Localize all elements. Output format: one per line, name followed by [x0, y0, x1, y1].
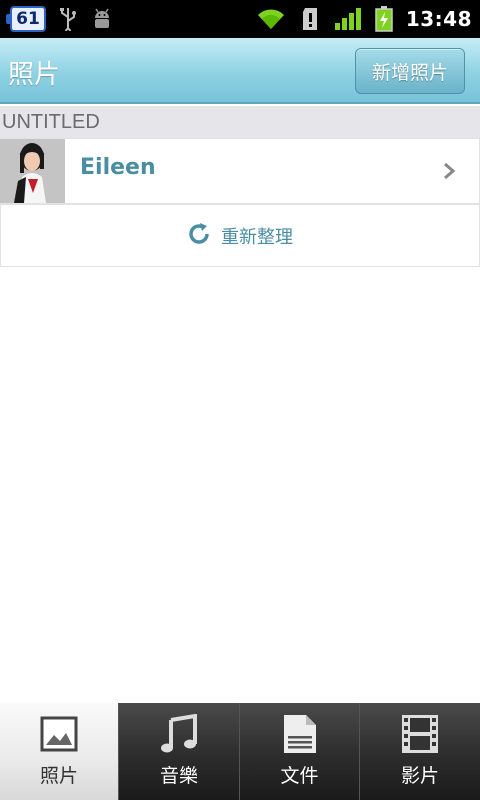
tab-label: 音樂	[159, 765, 198, 787]
album-name: Eileen	[80, 155, 156, 180]
action-bar: 照片 新增照片	[0, 38, 480, 104]
sd-card-icon	[298, 7, 322, 31]
page-title: 照片	[8, 60, 61, 90]
clock: 13:48	[405, 7, 472, 31]
bottom-tab-bar: 照片 音樂 文件 影片	[0, 703, 480, 800]
album-thumbnail	[0, 139, 65, 203]
usb-icon	[56, 7, 80, 31]
tab-music[interactable]: 音樂	[118, 703, 239, 800]
film-icon	[400, 713, 440, 755]
signal-icon	[334, 7, 362, 31]
music-icon	[159, 713, 199, 755]
tab-videos[interactable]: 影片	[359, 703, 480, 800]
tab-documents[interactable]: 文件	[239, 703, 359, 800]
photo-icon	[39, 713, 79, 755]
tab-photos[interactable]: 照片	[0, 703, 118, 800]
status-bar: 61 13:48	[0, 0, 480, 38]
add-photo-button[interactable]: 新增照片	[355, 48, 465, 94]
tab-label: 照片	[39, 765, 78, 787]
android-debug-icon	[90, 7, 114, 31]
tab-label: 文件	[280, 765, 319, 787]
tab-label: 影片	[400, 765, 439, 787]
battery-charging-icon	[374, 6, 394, 32]
refresh-button[interactable]: 重新整理	[0, 204, 480, 267]
chevron-right-icon	[441, 161, 457, 181]
refresh-icon	[187, 222, 211, 250]
album-row[interactable]: Eileen	[0, 138, 480, 204]
document-icon	[280, 713, 320, 755]
refresh-label: 重新整理	[221, 226, 293, 248]
section-header: UNTITLED	[0, 106, 480, 138]
notification-count: 61	[16, 9, 40, 29]
notification-badge-icon: 61	[6, 6, 46, 32]
wifi-icon	[256, 7, 286, 31]
